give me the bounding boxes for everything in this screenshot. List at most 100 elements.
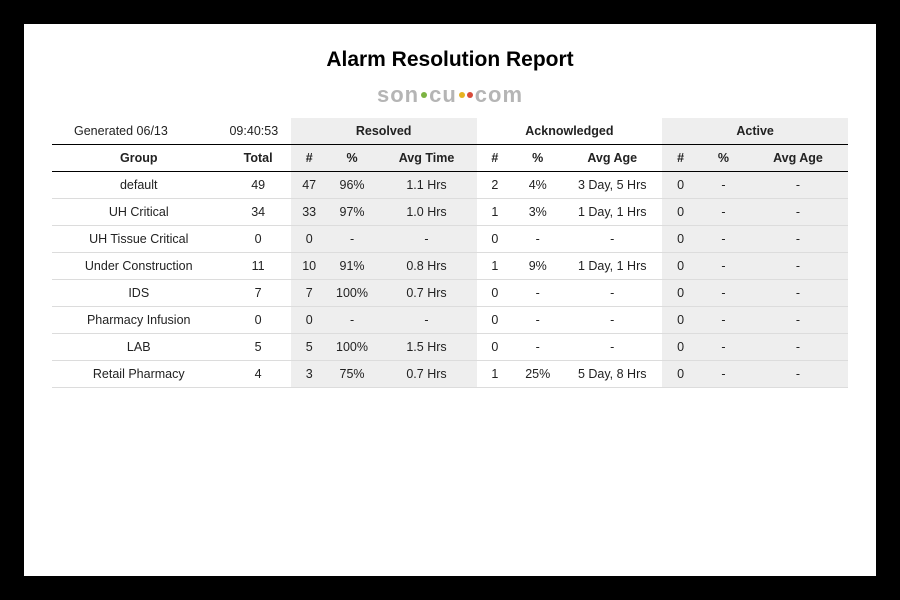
header-group: Group xyxy=(52,145,225,172)
cell-ack-age: 3 Day, 5 Hrs xyxy=(562,172,662,199)
cell-group: Retail Pharmacy xyxy=(52,361,225,388)
cell-ack-pct: - xyxy=(513,307,562,334)
brand-logo: son cu com xyxy=(52,82,848,108)
cell-ack-n: 1 xyxy=(477,253,514,280)
cell-res-time: 1.5 Hrs xyxy=(377,334,477,361)
section-resolved: Resolved xyxy=(291,118,477,145)
cell-ack-pct: 4% xyxy=(513,172,562,199)
table-row: LAB55100%1.5 Hrs0--0-- xyxy=(52,334,848,361)
cell-ack-age: - xyxy=(562,280,662,307)
cell-group: Pharmacy Infusion xyxy=(52,307,225,334)
header-active-pct: % xyxy=(699,145,748,172)
cell-group: UH Critical xyxy=(52,199,225,226)
cell-ack-pct: 3% xyxy=(513,199,562,226)
cell-act-age: - xyxy=(748,361,848,388)
cell-group: IDS xyxy=(52,280,225,307)
cell-res-pct: 97% xyxy=(328,199,377,226)
cell-act-age: - xyxy=(748,253,848,280)
generated-time: 09:40:53 xyxy=(225,118,290,145)
cell-res-pct: 96% xyxy=(328,172,377,199)
cell-ack-pct: 9% xyxy=(513,253,562,280)
cell-res-n: 0 xyxy=(291,307,328,334)
cell-res-time: 0.7 Hrs xyxy=(377,361,477,388)
cell-act-n: 0 xyxy=(662,199,699,226)
cell-res-pct: 100% xyxy=(328,334,377,361)
cell-ack-n: 0 xyxy=(477,334,514,361)
cell-act-pct: - xyxy=(699,334,748,361)
cell-ack-age: - xyxy=(562,226,662,253)
table-row: UH Critical343397%1.0 Hrs13%1 Day, 1 Hrs… xyxy=(52,199,848,226)
alarm-resolution-table: Generated 06/13 09:40:53 Resolved Acknow… xyxy=(52,118,848,388)
cell-ack-age: - xyxy=(562,307,662,334)
cell-res-time: - xyxy=(377,226,477,253)
cell-total: 5 xyxy=(225,334,290,361)
cell-act-n: 0 xyxy=(662,334,699,361)
cell-res-n: 10 xyxy=(291,253,328,280)
cell-act-age: - xyxy=(748,199,848,226)
cell-act-n: 0 xyxy=(662,253,699,280)
meta-row: Generated 06/13 09:40:53 Resolved Acknow… xyxy=(52,118,848,145)
cell-ack-n: 1 xyxy=(477,361,514,388)
cell-act-pct: - xyxy=(699,280,748,307)
page-title: Alarm Resolution Report xyxy=(52,48,848,72)
logo-dot-yellow-icon xyxy=(459,92,465,98)
cell-res-time: 1.1 Hrs xyxy=(377,172,477,199)
section-acknowledged: Acknowledged xyxy=(477,118,663,145)
cell-ack-pct: - xyxy=(513,280,562,307)
logo-dot-red-icon xyxy=(467,92,473,98)
cell-ack-n: 1 xyxy=(477,199,514,226)
logo-text-mid: cu xyxy=(429,82,457,108)
logo-text-right: com xyxy=(475,82,523,108)
header-total: Total xyxy=(225,145,290,172)
header-active-count: # xyxy=(662,145,699,172)
logo-dot-green-icon xyxy=(421,92,427,98)
cell-total: 49 xyxy=(225,172,290,199)
cell-res-n: 0 xyxy=(291,226,328,253)
cell-res-pct: - xyxy=(328,307,377,334)
generated-date-label: Generated 06/13 xyxy=(52,118,225,145)
header-resolved-count: # xyxy=(291,145,328,172)
logo-text-left: son xyxy=(377,82,419,108)
cell-res-time: 0.7 Hrs xyxy=(377,280,477,307)
cell-res-pct: 100% xyxy=(328,280,377,307)
header-resolved-pct: % xyxy=(328,145,377,172)
cell-group: UH Tissue Critical xyxy=(52,226,225,253)
cell-act-age: - xyxy=(748,334,848,361)
cell-total: 4 xyxy=(225,361,290,388)
cell-ack-pct: 25% xyxy=(513,361,562,388)
cell-ack-n: 0 xyxy=(477,226,514,253)
cell-act-pct: - xyxy=(699,199,748,226)
header-row: Group Total # % Avg Time # % Avg Age # %… xyxy=(52,145,848,172)
table-row: IDS77100%0.7 Hrs0--0-- xyxy=(52,280,848,307)
cell-act-n: 0 xyxy=(662,307,699,334)
cell-act-n: 0 xyxy=(662,172,699,199)
cell-res-n: 7 xyxy=(291,280,328,307)
cell-res-time: 1.0 Hrs xyxy=(377,199,477,226)
cell-total: 11 xyxy=(225,253,290,280)
cell-group: LAB xyxy=(52,334,225,361)
cell-res-time: - xyxy=(377,307,477,334)
header-ack-count: # xyxy=(477,145,514,172)
cell-act-n: 0 xyxy=(662,361,699,388)
cell-ack-age: 5 Day, 8 Hrs xyxy=(562,361,662,388)
report-page: Alarm Resolution Report son cu com Gener… xyxy=(24,24,876,576)
cell-total: 0 xyxy=(225,226,290,253)
cell-ack-n: 2 xyxy=(477,172,514,199)
cell-res-n: 3 xyxy=(291,361,328,388)
cell-ack-age: - xyxy=(562,334,662,361)
cell-total: 34 xyxy=(225,199,290,226)
table-row: Retail Pharmacy4375%0.7 Hrs125%5 Day, 8 … xyxy=(52,361,848,388)
cell-total: 7 xyxy=(225,280,290,307)
header-ack-pct: % xyxy=(513,145,562,172)
cell-act-age: - xyxy=(748,280,848,307)
section-active: Active xyxy=(662,118,848,145)
cell-group: default xyxy=(52,172,225,199)
cell-res-pct: 91% xyxy=(328,253,377,280)
cell-ack-n: 0 xyxy=(477,280,514,307)
cell-ack-age: 1 Day, 1 Hrs xyxy=(562,253,662,280)
header-ack-avg-age: Avg Age xyxy=(562,145,662,172)
header-active-avg-age: Avg Age xyxy=(748,145,848,172)
cell-act-pct: - xyxy=(699,307,748,334)
cell-res-n: 33 xyxy=(291,199,328,226)
cell-act-pct: - xyxy=(699,253,748,280)
